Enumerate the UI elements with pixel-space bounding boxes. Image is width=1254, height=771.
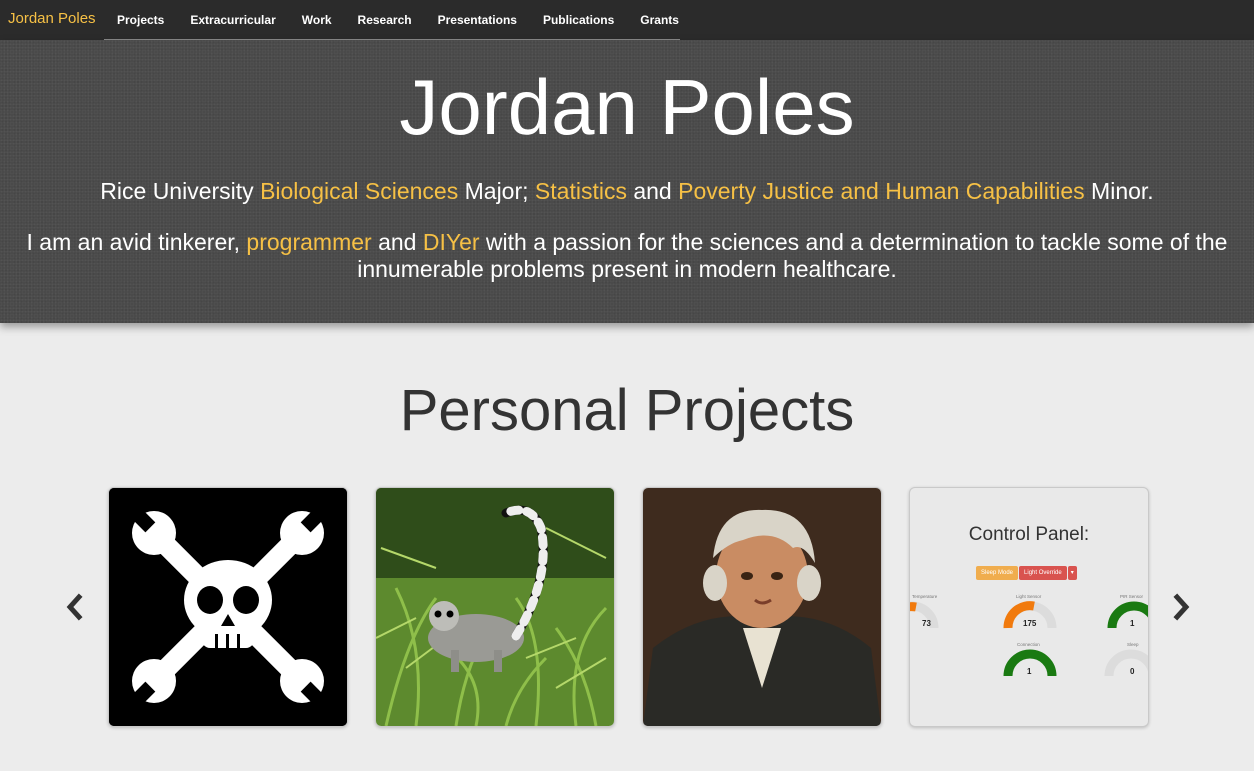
nav-item-work[interactable]: Work: [289, 13, 345, 27]
gauge-label-connection: Connection: [1017, 642, 1040, 647]
gauge-label-sleep: Sleep: [1127, 642, 1139, 647]
hero-text: Rice University: [100, 178, 261, 204]
hero-banner: Jordan Poles Rice University Biological …: [0, 40, 1254, 323]
nav-item-projects[interactable]: Projects: [104, 13, 177, 27]
gauge-value-temperature: 73: [922, 619, 931, 628]
carousel-prev-icon[interactable]: [62, 591, 86, 623]
project-card-portrait[interactable]: [642, 487, 882, 727]
link-poverty-justice[interactable]: Poverty Justice and Human Capabilities: [678, 178, 1085, 204]
link-programmer[interactable]: programmer: [246, 229, 371, 255]
gauge-label-pir: PIR Sensor: [1120, 594, 1144, 599]
hero-text: I am an avid tinkerer,: [26, 229, 247, 255]
project-card-lemur[interactable]: [375, 487, 615, 727]
dropdown-toggle-button[interactable]: ▾: [1067, 566, 1077, 580]
skull-wrenches-icon: [109, 488, 347, 726]
hero-degree-line: Rice University Biological Sciences Majo…: [0, 176, 1254, 206]
gauge-value-light: 175: [1023, 619, 1037, 628]
hero-title: Jordan Poles: [399, 63, 855, 151]
light-override-button[interactable]: Light Override: [1019, 566, 1067, 580]
gauge-value-sleep: 0: [1130, 667, 1135, 676]
sleep-mode-button[interactable]: Sleep Mode: [976, 566, 1019, 580]
section-title: Personal Projects: [399, 378, 855, 443]
gauge-label-temperature: Temperature: [912, 594, 938, 599]
hero-text: Major;: [458, 178, 535, 204]
gauge-label-light: Light Sensor: [1016, 594, 1042, 599]
nav-item-grants[interactable]: Grants: [627, 13, 692, 27]
link-statistics[interactable]: Statistics: [535, 178, 627, 204]
nav-list: Projects Extracurricular Work Research P…: [104, 0, 680, 40]
hero-text: Minor.: [1084, 178, 1154, 204]
hero-text: and: [626, 178, 679, 204]
brand-link[interactable]: Jordan Poles: [8, 10, 96, 27]
control-panel-buttons: Sleep Mode Light Override ▾: [976, 566, 1077, 580]
portrait-painting: [643, 488, 881, 726]
link-diyer[interactable]: DIYer: [423, 229, 480, 255]
lemur-photo: [376, 488, 614, 726]
navbar: Jordan Poles Projects Extracurricular Wo…: [0, 0, 1254, 41]
control-panel-title: Control Panel:: [968, 524, 1090, 545]
nav-item-publications[interactable]: Publications: [530, 13, 627, 27]
hero-text: and: [371, 229, 423, 255]
link-biological-sciences[interactable]: Biological Sciences: [260, 178, 458, 204]
nav-item-research[interactable]: Research: [345, 13, 425, 27]
gauge-value-connection: 1: [1027, 667, 1032, 676]
nav-item-extracurricular[interactable]: Extracurricular: [177, 13, 288, 27]
project-card-hackerspace[interactable]: [108, 487, 348, 727]
hero-text: with a passion for the sciences and a de…: [357, 229, 1228, 282]
hero-bio-line: I am an avid tinkerer, programmer and DI…: [20, 229, 1234, 283]
carousel-next-icon[interactable]: [1170, 591, 1194, 623]
project-card-control-panel[interactable]: Control Panel: Sleep Mode Light Override…: [909, 487, 1149, 727]
nav-item-presentations[interactable]: Presentations: [425, 13, 530, 27]
gauge-value-pir: 1: [1130, 619, 1135, 628]
